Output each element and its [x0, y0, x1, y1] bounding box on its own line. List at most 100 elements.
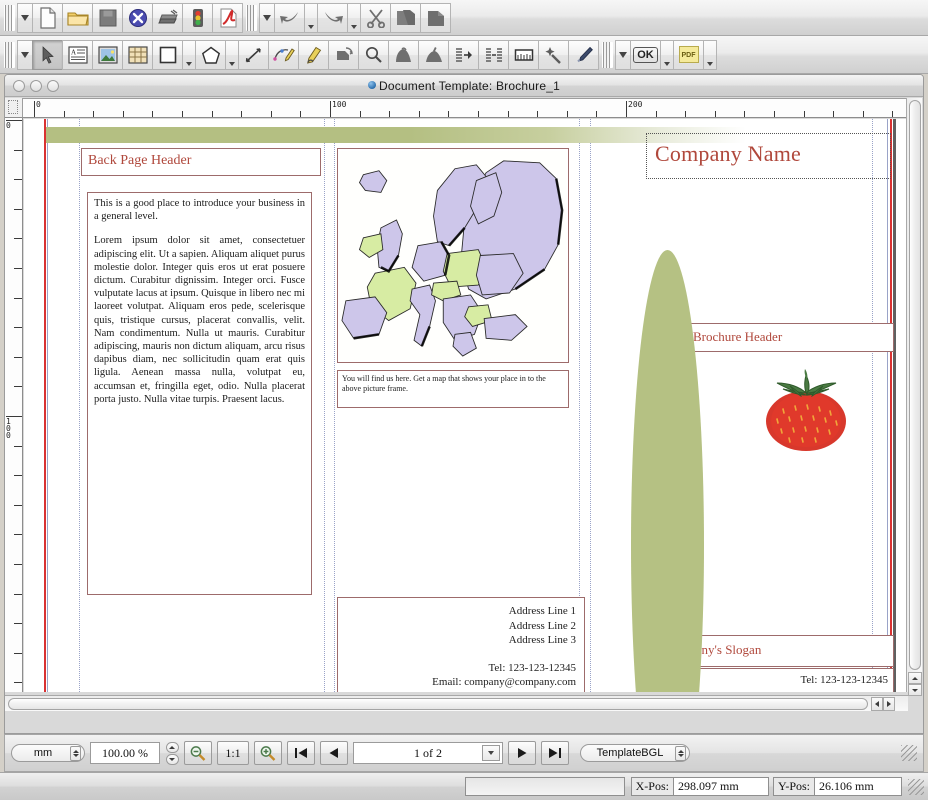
ruler-origin-corner[interactable]	[5, 98, 23, 118]
toolbar-drag-handle[interactable]	[4, 4, 15, 31]
unit-select[interactable]: mm	[11, 744, 85, 762]
select-item-tool[interactable]	[32, 39, 63, 70]
link-text-frames-tool[interactable]	[448, 39, 479, 70]
insert-table-tool[interactable]	[122, 39, 153, 70]
zoom-actual-label: 1:1	[225, 745, 241, 760]
pdf-push-button-tool[interactable]: OK	[630, 39, 661, 70]
ruler-major-tick	[626, 101, 627, 117]
insert-image-frame-tool[interactable]	[92, 39, 123, 70]
horizontal-ruler[interactable]: 0 100 200	[23, 98, 909, 118]
export-pdf-button[interactable]	[212, 2, 243, 33]
shape-options-dropdown[interactable]	[182, 39, 196, 70]
save-document-button[interactable]	[92, 2, 123, 33]
address-text-frame[interactable]: Address Line 1 Address Line 2 Address Li…	[337, 597, 585, 692]
edit-contents-tool[interactable]	[388, 39, 419, 70]
open-document-button[interactable]	[62, 2, 93, 33]
pdf-button-options-dropdown[interactable]	[660, 39, 674, 70]
ok-button-icon: OK	[633, 46, 658, 63]
polygon-options-dropdown[interactable]	[225, 39, 239, 70]
scroll-up-button[interactable]	[908, 672, 922, 684]
zoom-stepper-up[interactable]	[165, 741, 179, 753]
decorative-green-ellipse[interactable]	[631, 250, 704, 692]
paste-button[interactable]	[420, 2, 451, 33]
canvas-vertical-scrollbar[interactable]	[906, 98, 922, 696]
redo-history-dropdown[interactable]	[347, 2, 361, 33]
back-page-header-frame[interactable]: Back Page Header	[81, 148, 321, 176]
zoom-level-field[interactable]: 100.00 %	[90, 742, 160, 764]
canvas-horizontal-scrollbar[interactable]	[5, 695, 908, 711]
document-canvas[interactable]: Back Page Header This is a good place to…	[24, 119, 909, 692]
pdf-annotation-tool[interactable]: PDF	[673, 39, 704, 70]
window-resize-grip[interactable]	[901, 745, 917, 761]
vertical-ruler[interactable]: 0 1 0 0	[5, 118, 23, 692]
ruler-minor-tick	[892, 111, 894, 117]
first-page-button[interactable]	[287, 741, 315, 765]
copy-item-properties-tool[interactable]	[538, 39, 569, 70]
pdf-toolbar-drag-handle[interactable]	[602, 41, 613, 68]
back-page-text-frame[interactable]: This is a good place to introduce your b…	[87, 192, 312, 595]
zoom-tool[interactable]	[358, 39, 389, 70]
brochure-header-frame[interactable]: Brochure Header	[686, 323, 894, 352]
map-image-frame[interactable]	[337, 148, 569, 363]
insert-shape-tool[interactable]	[152, 39, 183, 70]
insert-bezier-curve-tool[interactable]	[268, 39, 299, 70]
redo-button[interactable]	[317, 2, 348, 33]
pdf-tools-group: OK PDF	[615, 39, 717, 70]
scroll-right-button[interactable]	[883, 697, 895, 711]
zoom-stepper-down[interactable]	[165, 753, 179, 765]
document-bottom-bar: mm 100.00 % 1:1 1 of 2 TemplateBGL	[4, 734, 924, 772]
close-document-button[interactable]	[122, 2, 153, 33]
company-name-frame[interactable]: Company Name	[646, 133, 891, 179]
preflight-verifier-button[interactable]	[182, 2, 213, 33]
measurements-tool[interactable]	[508, 39, 539, 70]
undo-history-dropdown[interactable]	[304, 2, 318, 33]
ruler-minor-tick	[63, 111, 65, 117]
tools-dropdown[interactable]	[17, 39, 33, 70]
last-page-icon	[549, 748, 561, 758]
zoom-in-button[interactable]	[254, 741, 282, 765]
scroll-left-button[interactable]	[871, 697, 883, 711]
new-document-button[interactable]	[32, 2, 63, 33]
status-bar-resize-grip[interactable]	[908, 778, 924, 795]
vertical-scroll-thumb[interactable]	[909, 100, 921, 670]
unlink-text-frames-tool[interactable]	[478, 39, 509, 70]
next-page-button[interactable]	[508, 741, 536, 765]
strawberry-image-frame[interactable]	[757, 363, 855, 453]
toolbar-dropdown-2[interactable]	[259, 2, 275, 33]
undo-button[interactable]	[274, 2, 305, 33]
tools-toolbar-drag-handle[interactable]	[4, 41, 15, 68]
insert-freehand-line-tool[interactable]	[298, 39, 329, 70]
cut-button[interactable]	[360, 2, 391, 33]
edit-toolbar-group	[259, 2, 451, 33]
pdf-annotation-options-dropdown[interactable]	[703, 39, 717, 70]
ruler-minor-tick	[14, 475, 22, 477]
ruler-minor-tick	[714, 111, 716, 117]
insert-text-frame-tool[interactable]: A	[62, 39, 93, 70]
insert-polygon-tool[interactable]	[195, 39, 226, 70]
insert-line-tool[interactable]	[238, 39, 269, 70]
zoom-out-button[interactable]	[184, 741, 212, 765]
page-select-dropdown[interactable]	[482, 745, 500, 761]
address-tel: Tel: 123-123-12345	[488, 661, 576, 674]
toolbar-dropdown-1[interactable]	[17, 2, 33, 33]
edit-text-story-editor-tool[interactable]	[418, 39, 449, 70]
line-icon	[245, 47, 261, 62]
pdf-tools-dropdown[interactable]	[615, 39, 631, 70]
previous-page-button[interactable]	[320, 741, 348, 765]
copy-button[interactable]	[390, 2, 421, 33]
triangle-right-icon	[887, 701, 891, 707]
edit-toolbar-drag-handle[interactable]	[246, 4, 257, 31]
horizontal-scroll-thumb[interactable]	[8, 698, 868, 710]
layer-select[interactable]: TemplateBGL	[580, 744, 690, 762]
map-caption-frame[interactable]: You will find us here. Get a map that sh…	[337, 370, 569, 408]
page-number-field[interactable]: 1 of 2	[353, 742, 503, 764]
zoom-actual-size-button[interactable]: 1:1	[217, 741, 249, 765]
document-titlebar[interactable]: Document Template: Brochure_1	[5, 75, 923, 97]
rotate-item-tool[interactable]	[328, 39, 359, 70]
eye-dropper-tool[interactable]	[568, 39, 599, 70]
print-button[interactable]	[152, 2, 183, 33]
zoom-stepper[interactable]	[165, 741, 179, 765]
scroll-down-button[interactable]	[908, 684, 922, 696]
page-surface[interactable]: Back Page Header This is a good place to…	[34, 119, 904, 692]
last-page-button[interactable]	[541, 741, 569, 765]
